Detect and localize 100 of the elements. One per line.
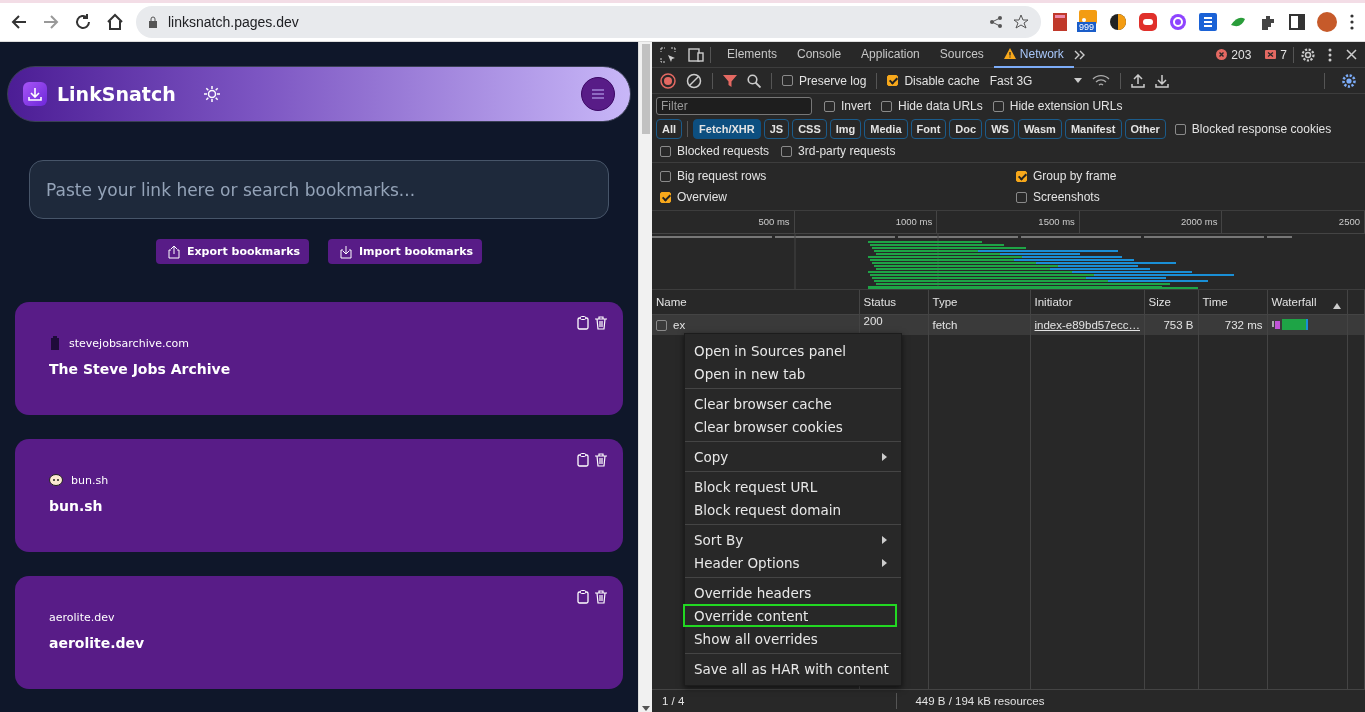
filter-field[interactable]: Filter	[656, 97, 812, 115]
menu-item[interactable]: Clear browser cookies	[683, 415, 897, 438]
chat-icon[interactable]	[1139, 13, 1157, 31]
type-filter-button[interactable]: Doc	[949, 119, 983, 139]
checkbox[interactable]	[824, 100, 835, 112]
checkbox-option[interactable]: Preserve log	[782, 73, 867, 88]
checkbox[interactable]	[660, 191, 671, 203]
devtools-tab[interactable]: Application	[851, 41, 930, 68]
type-filter-button[interactable]: CSS	[792, 119, 827, 139]
type-filter-button[interactable]: WS	[985, 119, 1015, 139]
menu-item[interactable]: Override headers	[683, 581, 897, 604]
type-filter-button[interactable]: Wasm	[1017, 119, 1062, 139]
throttle-dropdown[interactable]: Fast 3G	[989, 73, 1082, 88]
checkbox[interactable]	[881, 100, 892, 112]
checkbox-option[interactable]: Screenshots	[1016, 190, 1357, 204]
devtools-tab[interactable]: Network	[993, 41, 1074, 68]
checkbox-option[interactable]: Disable cache	[887, 73, 980, 88]
devtools-tab[interactable]: Sources	[929, 41, 994, 68]
type-filter-button[interactable]: Manifest	[1064, 119, 1122, 139]
more-tabs-icon[interactable]	[1073, 49, 1086, 60]
clear-icon[interactable]	[686, 72, 702, 89]
wifi-settings-icon[interactable]	[1091, 73, 1110, 88]
checkbox-option[interactable]: Overview	[660, 190, 1016, 204]
reload-icon[interactable]	[74, 13, 92, 31]
square-icon[interactable]	[1199, 13, 1217, 31]
back-icon[interactable]	[10, 13, 28, 31]
type-filter-button[interactable]: JS	[763, 119, 790, 139]
menu-icon[interactable]	[1349, 13, 1355, 31]
sort-icon[interactable]	[1332, 303, 1341, 309]
leaf-icon[interactable]	[1229, 15, 1247, 29]
puzzle-icon[interactable]	[1259, 13, 1277, 31]
checkbox[interactable]	[660, 145, 671, 157]
issue-count[interactable]: 7	[1280, 47, 1287, 62]
menu-item[interactable]: Save all as HAR with content	[683, 657, 897, 680]
menu-item[interactable]: Show all overrides	[683, 627, 897, 650]
bookmark-card[interactable]: bun.sh bun.sh	[15, 439, 623, 552]
device-icon[interactable]	[688, 47, 704, 62]
bookmark-card[interactable]: stevejobsarchive.com The Steve Jobs Archive	[15, 302, 623, 415]
checkbox[interactable]	[782, 75, 793, 86]
menu-item[interactable]: Open in new tab	[683, 362, 897, 385]
inspect-icon[interactable]	[660, 46, 676, 63]
type-filter-button[interactable]: All	[656, 119, 683, 139]
clipboard-icon[interactable]	[577, 590, 589, 604]
settings-icon[interactable]	[1341, 72, 1357, 89]
address-bar[interactable]: linksnatch.pages.dev	[136, 6, 1041, 38]
share-icon[interactable]	[989, 15, 1003, 29]
type-filter-button[interactable]: Fetch/XHR	[693, 119, 761, 139]
clipboard-icon[interactable]	[577, 453, 589, 467]
sidebar-icon[interactable]	[1289, 14, 1305, 30]
error-count[interactable]: 203	[1231, 47, 1252, 62]
column-header[interactable]: Waterfall	[1271, 296, 1317, 308]
checkbox-option[interactable]: Blocked requests	[660, 144, 770, 158]
checkbox[interactable]	[887, 75, 899, 86]
download-icon[interactable]	[1154, 73, 1169, 88]
sun-icon[interactable]	[203, 86, 220, 102]
checkbox-option[interactable]: Blocked response cookies	[1174, 122, 1332, 136]
search-field[interactable]: Paste your link here or search bookmarks...	[29, 160, 609, 219]
checkbox[interactable]	[660, 170, 671, 182]
type-filter-button[interactable]: Other	[1124, 119, 1166, 139]
swirl-icon[interactable]	[1109, 13, 1127, 31]
scroll-down-icon[interactable]	[641, 706, 650, 712]
close-icon[interactable]	[1346, 49, 1357, 60]
trash-icon[interactable]	[595, 590, 607, 604]
checkbox[interactable]	[781, 145, 793, 157]
clipboard-icon[interactable]	[577, 316, 589, 330]
checkbox[interactable]	[656, 319, 667, 331]
menu-item[interactable]: Override content	[683, 604, 897, 627]
devtools-tab[interactable]: Elements	[717, 41, 788, 68]
trash-icon[interactable]	[595, 453, 607, 467]
request-name[interactable]: ex	[673, 319, 686, 331]
search-icon[interactable]	[747, 73, 761, 88]
trash-icon[interactable]	[595, 316, 607, 330]
more-icon[interactable]	[1328, 47, 1332, 62]
checkbox-option[interactable]: 3rd-party requests	[781, 144, 896, 158]
export-button[interactable]: Export bookmarks	[156, 239, 309, 264]
menu-item[interactable]: Open in Sources panel	[683, 339, 897, 362]
checkbox[interactable]	[1016, 191, 1027, 203]
checkbox-option[interactable]: Big request rows	[660, 169, 1016, 183]
checkbox[interactable]	[1174, 123, 1186, 135]
column-header[interactable]: Type	[928, 290, 1030, 315]
filter-icon[interactable]	[723, 73, 737, 88]
devtools-tab[interactable]: Console	[787, 41, 852, 68]
type-filter-button[interactable]: Media	[864, 119, 908, 139]
column-header[interactable]: Size	[1144, 290, 1198, 315]
checkbox-option[interactable]: Invert	[824, 99, 871, 113]
star-icon[interactable]	[1013, 14, 1029, 30]
checkbox[interactable]	[992, 100, 1004, 112]
menu-item[interactable]: Header Options	[683, 551, 897, 574]
avatar[interactable]	[1317, 12, 1337, 32]
type-filter-button[interactable]: Img	[829, 119, 862, 139]
circle-icon[interactable]	[1169, 13, 1187, 31]
scrollbar-thumb[interactable]	[641, 44, 650, 134]
menu-item[interactable]: Copy	[683, 445, 897, 468]
checkbox[interactable]	[1016, 170, 1027, 182]
bookmark-card[interactable]: aerolite.dev aerolite.dev	[15, 576, 623, 689]
checkbox-option[interactable]: Hide data URLs	[881, 99, 983, 113]
upload-icon[interactable]	[1130, 73, 1145, 88]
checkbox-option[interactable]: Group by frame	[1016, 169, 1357, 183]
column-header[interactable]: Initiator	[1030, 290, 1144, 315]
home-icon[interactable]	[106, 13, 124, 31]
